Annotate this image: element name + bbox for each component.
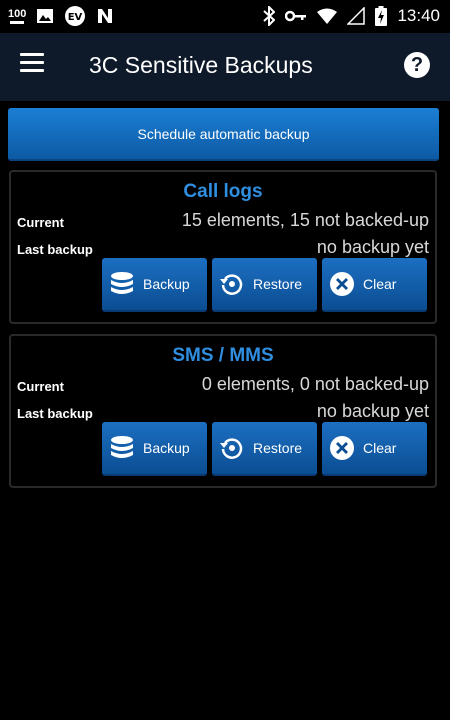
backup-button[interactable]: Backup (102, 258, 207, 312)
action-buttons: Backup Restore Clear (102, 258, 427, 312)
wifi-icon (317, 8, 338, 24)
menu-icon[interactable] (20, 53, 46, 79)
backup-label: Backup (143, 440, 190, 456)
current-value: 0 elements, 0 not backed-up (201, 374, 429, 394)
app-bar: 3C Sensitive Backups ? (0, 33, 450, 101)
help-icon[interactable]: ? (404, 52, 430, 78)
last-backup-value: no backup yet (316, 401, 429, 421)
clear-button[interactable]: Clear (322, 258, 427, 312)
app-title: 3C Sensitive Backups (89, 52, 313, 78)
clock: 13:40 (397, 6, 440, 25)
schedule-backup-button[interactable]: Schedule automatic backup (8, 108, 439, 161)
battery-charging-icon (375, 6, 388, 26)
backup-label: Backup (143, 276, 190, 292)
database-icon (109, 271, 135, 297)
close-circle-icon (329, 271, 355, 297)
svg-text:EV: EV (68, 12, 83, 23)
clear-label: Clear (363, 276, 397, 292)
ev-notification-icon: EV (64, 5, 86, 27)
status-right: 13:40 (263, 5, 440, 27)
screen: 100 EV 13:40 3C Sensitive Backups ? Sche… (0, 0, 450, 720)
key-icon (285, 10, 307, 22)
status-left: 100 EV (8, 5, 114, 27)
clear-label: Clear (363, 440, 397, 456)
current-label: Current (17, 379, 64, 394)
current-value: 15 elements, 15 not backed-up (181, 210, 429, 230)
battery-level-indicator: 100 (8, 7, 27, 24)
restore-icon (219, 435, 245, 461)
n-notification-icon (96, 7, 114, 25)
action-buttons: Backup Restore Clear (102, 422, 427, 476)
call-logs-card: Call logs Current 15 elements, 15 not ba… (9, 170, 437, 324)
battery-level-text: 100 (8, 7, 27, 20)
clear-button[interactable]: Clear (322, 422, 427, 476)
schedule-backup-label: Schedule automatic backup (137, 125, 310, 142)
restore-icon (219, 271, 245, 297)
section-title: SMS / MMS (172, 345, 274, 366)
sms-mms-card: SMS / MMS Current 0 elements, 0 not back… (9, 334, 437, 488)
restore-label: Restore (253, 276, 303, 292)
last-backup-value: no backup yet (316, 237, 429, 257)
close-circle-icon (329, 435, 355, 461)
database-icon (109, 435, 135, 461)
image-notification-icon (36, 8, 54, 24)
status-bar: 100 EV 13:40 (0, 0, 450, 33)
current-label: Current (17, 215, 64, 230)
restore-button[interactable]: Restore (212, 258, 317, 312)
backup-button[interactable]: Backup (102, 422, 207, 476)
section-title: Call logs (183, 181, 263, 202)
last-backup-label: Last backup (17, 406, 93, 421)
bluetooth-icon (263, 6, 276, 26)
signal-icon (347, 7, 366, 25)
restore-label: Restore (253, 440, 303, 456)
restore-button[interactable]: Restore (212, 422, 317, 476)
last-backup-label: Last backup (17, 242, 93, 257)
